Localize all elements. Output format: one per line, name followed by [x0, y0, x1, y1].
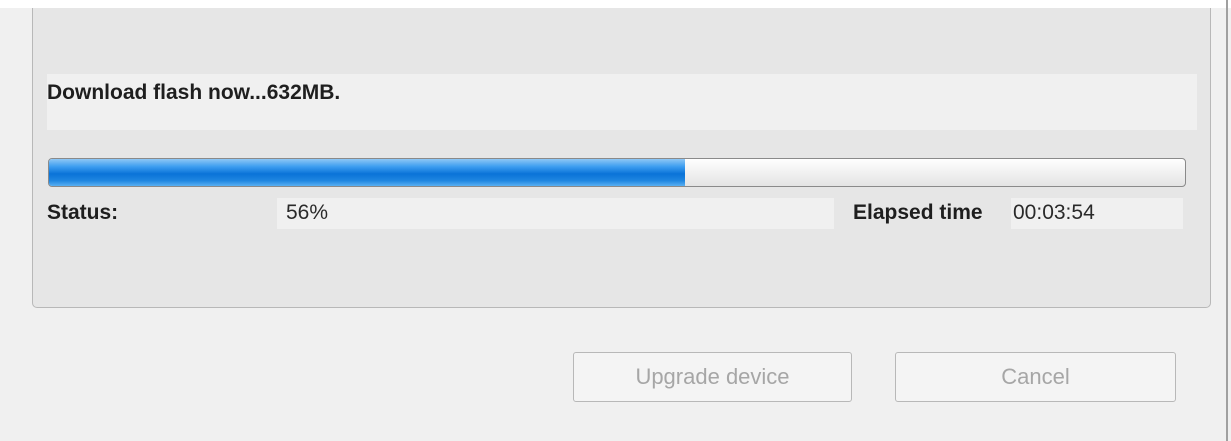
download-message: Download flash now...632MB. [47, 81, 341, 104]
status-value: 56% [286, 201, 329, 224]
elapsed-time-box: 00:03:54 [1011, 198, 1183, 229]
progress-bar [48, 158, 1186, 187]
status-row: Status: 56% Elapsed time 00:03:54 [47, 198, 1183, 230]
upgrade-device-button[interactable]: Upgrade device [573, 352, 852, 402]
window-right-edge [1226, 0, 1228, 441]
upgrade-progress-panel: Download flash now...632MB. Status: 56% … [32, 8, 1211, 308]
elapsed-time-value: 00:03:54 [1013, 201, 1095, 224]
elapsed-time-label: Elapsed time [853, 201, 983, 224]
window-top-strip [0, 0, 1231, 8]
progress-bar-fill [49, 159, 686, 186]
status-value-box: 56% [277, 198, 834, 229]
message-row: Download flash now...632MB. [47, 74, 1197, 130]
cancel-button[interactable]: Cancel [895, 352, 1176, 402]
status-label: Status: [47, 201, 119, 224]
